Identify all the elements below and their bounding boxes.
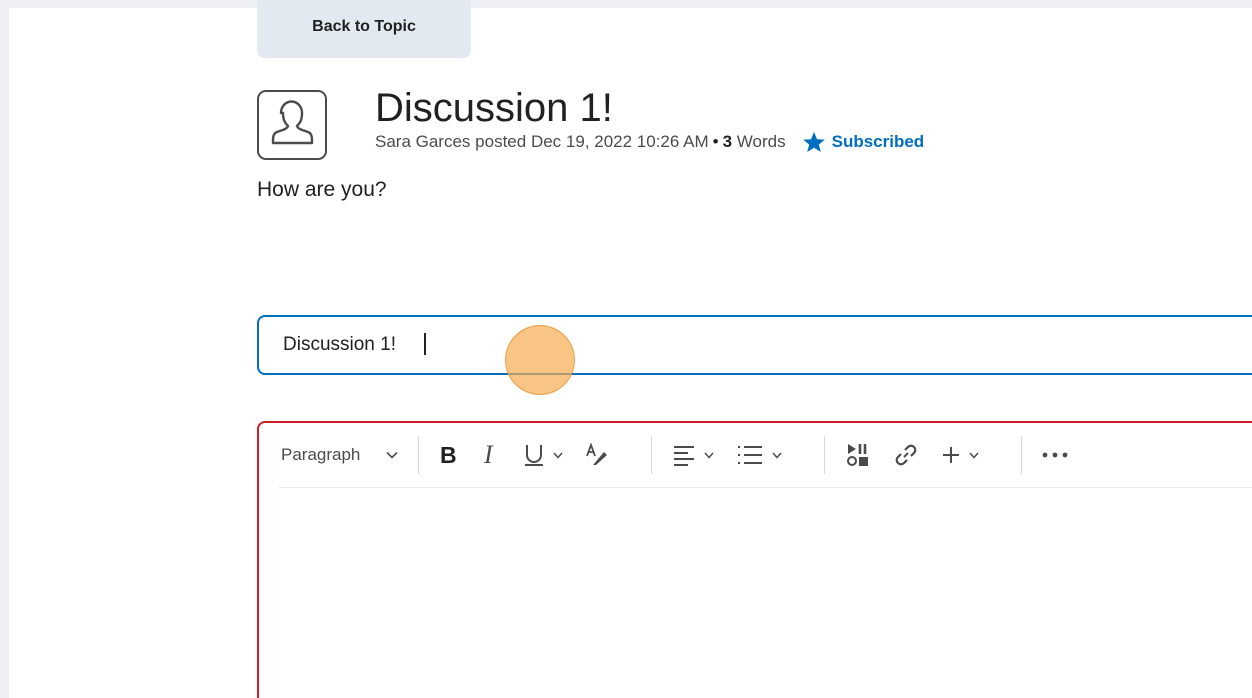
svg-text:B: B [440,444,457,466]
word-count: 3 [722,132,733,151]
underline-button[interactable] [523,435,563,475]
post-meta: Sara Garces posted Dec 19, 2022 10:26 AM… [375,131,924,153]
rich-text-editor[interactable]: Paragraph B I [257,421,1252,698]
subject-input[interactable] [257,315,1252,375]
list-button[interactable] [736,435,782,475]
click-indicator [505,325,575,395]
text-color-button[interactable] [585,435,609,475]
chevron-down-icon [772,452,782,459]
subscribed-label: Subscribed [831,132,925,151]
insert-stuff-button[interactable] [941,435,979,475]
text-color-icon [586,443,608,465]
insert-plus-icon [943,447,960,463]
post-body: How are you? [257,178,387,201]
page: Back to Topic Discussion 1! Sara Garces … [0,0,1252,698]
toolbar-divider [1021,436,1023,474]
subscribed-button[interactable]: Subscribed [802,131,925,153]
bold-button[interactable]: B [439,435,459,475]
format-select[interactable]: Paragraph [281,445,398,465]
chevron-down-icon [553,452,563,459]
chevron-down-icon [969,452,979,459]
media-icon [847,444,869,466]
back-to-topic-button[interactable]: Back to Topic [257,0,471,58]
list-icon [738,446,763,464]
chevron-down-icon [704,452,714,459]
post-author: Sara Garces [375,132,471,151]
toolbar-divider [651,436,653,474]
align-button[interactable] [672,435,714,475]
post-title: Discussion 1! [375,86,613,130]
top-border [0,0,1252,8]
align-icon [674,446,695,466]
posted-label: posted [475,132,527,151]
format-select-label: Paragraph [281,445,361,464]
word-label: Words [736,132,786,151]
avatar [257,90,327,160]
star-icon [802,132,825,152]
chevron-down-icon [386,451,398,459]
separator-dot: • [712,132,719,151]
underline-icon [525,445,544,466]
more-icon [1042,452,1068,458]
user-icon [271,100,314,145]
toolbar-divider [824,436,826,474]
italic-icon: I [483,443,494,467]
italic-button[interactable]: I [481,435,501,475]
left-border [0,0,9,698]
insert-media-button[interactable] [845,435,871,475]
link-icon [896,444,917,466]
text-caret [424,333,426,355]
editor-toolbar: Paragraph B I [279,423,1252,487]
toolbar-divider-line [279,487,1252,488]
post-date: Dec 19, 2022 10:26 AM [530,132,709,151]
toolbar-divider [418,436,420,474]
svg-text:I: I [483,443,494,467]
insert-link-button[interactable] [893,435,919,475]
more-actions-button[interactable] [1042,435,1068,475]
bold-icon: B [440,444,457,466]
